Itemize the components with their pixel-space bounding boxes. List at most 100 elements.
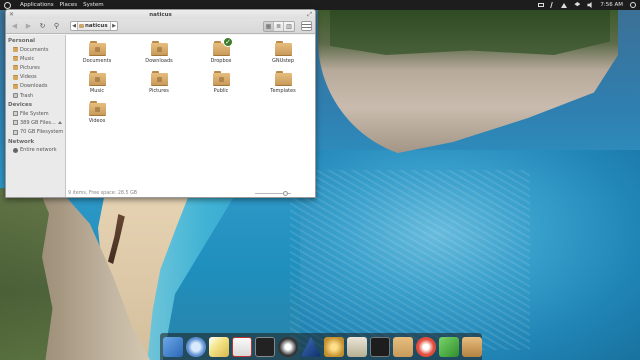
sync-check-icon: ✓ bbox=[223, 37, 233, 47]
sidebar-item-label: Documents bbox=[20, 46, 49, 53]
web-browser-icon[interactable] bbox=[186, 336, 206, 357]
window-titlebar[interactable]: ✕ naticus ⤢ bbox=[6, 10, 315, 19]
folder-item-public[interactable]: Public bbox=[190, 71, 252, 101]
sidebar-heading-personal[interactable]: Personal bbox=[6, 36, 65, 45]
calendar-icon[interactable] bbox=[232, 336, 252, 357]
system-menu[interactable]: System bbox=[83, 2, 104, 8]
terminal-icon[interactable] bbox=[255, 336, 275, 357]
folder-item-pictures[interactable]: Pictures bbox=[128, 71, 190, 101]
folder-item-templates[interactable]: Templates bbox=[252, 71, 314, 101]
breadcrumb-segment[interactable]: naticus bbox=[77, 22, 111, 30]
folder-item-downloads[interactable]: Downloads bbox=[128, 41, 190, 71]
drive-icon bbox=[13, 111, 18, 117]
power-icon[interactable] bbox=[630, 2, 636, 8]
folder-label: Downloads bbox=[145, 58, 173, 64]
media-player-icon[interactable] bbox=[416, 336, 436, 357]
network-indicator-icon[interactable] bbox=[561, 2, 568, 8]
sidebar-item-label: 389 GB Files... bbox=[20, 119, 56, 126]
folder-item-videos[interactable]: Videos bbox=[66, 101, 128, 131]
folder-item-music[interactable]: Music bbox=[66, 71, 128, 101]
file-manager-window: ✕ naticus ⤢ ◀ ▶ ↻ ⚲ ◀ naticus ▶ ▦ ≣ ▥ Pe… bbox=[5, 9, 316, 198]
android-icon[interactable] bbox=[439, 336, 459, 357]
mail-indicator-icon[interactable] bbox=[538, 3, 545, 7]
folder-item-dropbox[interactable]: ✓ Dropbox bbox=[190, 37, 252, 71]
app-launcher-icon[interactable] bbox=[301, 336, 321, 357]
maximize-icon[interactable]: ⤢ bbox=[307, 11, 312, 18]
breadcrumb-forward-icon[interactable]: ▶ bbox=[111, 23, 117, 29]
folder-icon bbox=[150, 71, 168, 86]
folder-label: Dropbox bbox=[210, 58, 232, 64]
archive-icon[interactable] bbox=[462, 336, 482, 357]
files-icon[interactable] bbox=[393, 336, 413, 357]
sidebar-heading-network[interactable]: Network bbox=[6, 137, 65, 146]
notes-icon[interactable] bbox=[209, 336, 229, 357]
sidebar-item-file-system[interactable]: File System bbox=[6, 109, 65, 118]
column-view-icon[interactable]: ▥ bbox=[284, 21, 294, 31]
back-arrow-icon[interactable]: ◀ bbox=[9, 21, 20, 31]
folder-item-gnustep[interactable]: GNUstep bbox=[252, 41, 314, 71]
pictures-emblem-icon bbox=[156, 77, 162, 82]
system-monitor-icon[interactable] bbox=[370, 336, 390, 357]
calculator-icon[interactable] bbox=[347, 336, 367, 357]
reload-icon[interactable]: ↻ bbox=[37, 21, 48, 31]
status-text: 9 items, Free space: 28.5 GB bbox=[68, 190, 138, 196]
sidebar-item-label: File System bbox=[20, 110, 49, 117]
elementary-logo-icon[interactable] bbox=[4, 1, 11, 9]
folder-icon bbox=[274, 41, 292, 56]
network-icon bbox=[13, 147, 18, 153]
applications-menu[interactable]: Applications bbox=[20, 2, 54, 8]
music-emblem-icon bbox=[94, 77, 100, 82]
app-menu-icon[interactable] bbox=[301, 21, 312, 31]
close-icon[interactable]: ✕ bbox=[9, 11, 14, 18]
sidebar-item-label: 70 GB Filesystem bbox=[20, 129, 64, 136]
forward-arrow-icon[interactable]: ▶ bbox=[23, 21, 34, 31]
places-menu[interactable]: Places bbox=[60, 2, 78, 8]
sidebar-item-documents[interactable]: Documents bbox=[6, 45, 65, 54]
volume-indicator-icon[interactable] bbox=[587, 2, 592, 8]
icon-view-icon[interactable]: ▦ bbox=[264, 21, 274, 31]
sidebar-item-music[interactable]: Music bbox=[6, 54, 65, 63]
sidebar-item-videos[interactable]: Videos bbox=[6, 73, 65, 82]
settings-icon[interactable] bbox=[324, 336, 344, 357]
window-title: naticus bbox=[149, 11, 172, 18]
folder-label: Music bbox=[89, 88, 105, 94]
sidebar-item-label: Trash bbox=[20, 92, 34, 99]
pen-indicator-icon[interactable] bbox=[550, 2, 556, 8]
folder-icon bbox=[88, 71, 106, 86]
eject-icon[interactable] bbox=[58, 121, 62, 125]
file-grid: Documents Downloads ✓ Dropbox GNUstep Mu… bbox=[66, 37, 315, 131]
home-folder-icon bbox=[79, 24, 84, 28]
toolbar: ◀ ▶ ↻ ⚲ ◀ naticus ▶ ▦ ≣ ▥ bbox=[6, 19, 315, 34]
list-view-icon[interactable]: ≣ bbox=[274, 21, 284, 31]
sidebar-heading-devices[interactable]: Devices bbox=[6, 100, 65, 109]
sidebar-item-389gb[interactable]: 389 GB Files... bbox=[6, 118, 65, 127]
sidebar-item-trash[interactable]: Trash bbox=[6, 91, 65, 100]
sidebar-item-label: Downloads bbox=[20, 83, 48, 90]
folder-label: Pictures bbox=[149, 88, 169, 94]
mail-app-icon[interactable] bbox=[163, 336, 183, 357]
folder-item-documents[interactable]: Documents bbox=[66, 41, 128, 71]
folder-icon bbox=[13, 47, 18, 53]
sidebar-item-entire-network[interactable]: Entire network bbox=[6, 146, 65, 155]
clock[interactable]: 7:56 AM bbox=[600, 2, 623, 8]
dropbox-indicator-icon[interactable] bbox=[574, 2, 581, 7]
sidebar-item-70gb[interactable]: 70 GB Filesystem bbox=[6, 128, 65, 137]
folder-label: Documents bbox=[82, 58, 112, 64]
download-emblem-icon bbox=[156, 47, 162, 52]
sidebar-item-label: Music bbox=[20, 55, 35, 62]
public-emblem-icon bbox=[218, 77, 224, 82]
folder-label: GNUstep bbox=[271, 58, 295, 64]
sidebar-item-pictures[interactable]: Pictures bbox=[6, 63, 65, 72]
search-icon[interactable]: ⚲ bbox=[51, 21, 62, 31]
drive-icon bbox=[13, 129, 18, 135]
music-player-icon[interactable] bbox=[278, 336, 298, 357]
panel-menus: Applications Places System bbox=[4, 1, 104, 9]
folder-icon bbox=[13, 83, 18, 89]
breadcrumb-label: naticus bbox=[85, 23, 108, 29]
view-switcher: ▦ ≣ ▥ bbox=[263, 20, 295, 32]
videos-emblem-icon bbox=[94, 107, 100, 112]
drive-icon bbox=[13, 120, 18, 126]
sidebar-item-downloads[interactable]: Downloads bbox=[6, 82, 65, 91]
file-view[interactable]: Documents Downloads ✓ Dropbox GNUstep Mu… bbox=[66, 35, 315, 197]
zoom-slider-handle[interactable] bbox=[283, 191, 288, 196]
